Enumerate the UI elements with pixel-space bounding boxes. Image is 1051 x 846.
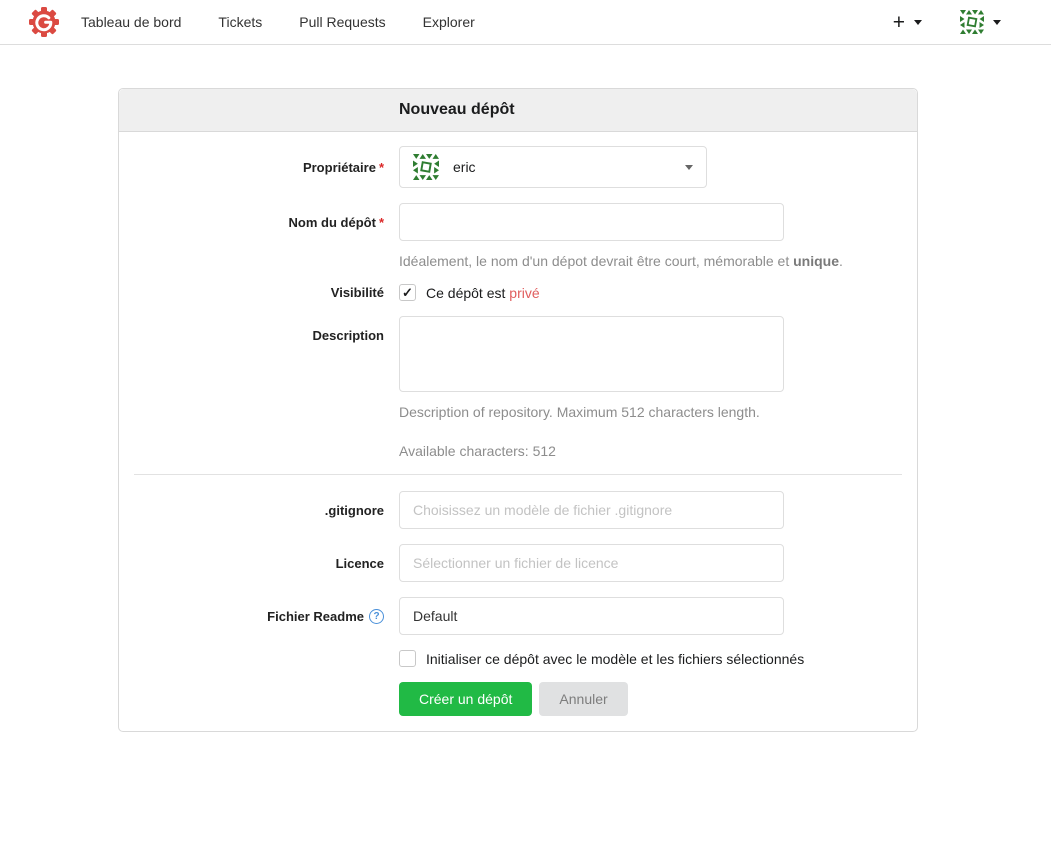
license-field-row: Licence [133, 544, 903, 582]
owner-select[interactable]: eric [399, 146, 707, 188]
repo-name-input[interactable] [399, 203, 784, 241]
required-asterisk: * [379, 215, 384, 230]
owner-avatar-identicon [413, 154, 439, 180]
plus-icon: + [893, 12, 905, 33]
create-repo-button[interactable]: Créer un dépôt [399, 682, 532, 716]
description-field-row: Description Description of repository. M… [133, 316, 903, 459]
owner-label: Propriétaire* [133, 160, 399, 175]
readme-field-row: Fichier Readme ? [133, 597, 903, 635]
license-label: Licence [133, 556, 399, 571]
cancel-button[interactable]: Annuler [539, 682, 627, 716]
visibility-label: Visibilité [133, 285, 399, 300]
private-checkbox-label: Ce dépôt est privé [426, 285, 540, 301]
private-checkbox[interactable]: ✓ Ce dépôt est privé [399, 284, 540, 301]
description-textarea[interactable] [399, 316, 784, 392]
help-circle-icon[interactable]: ? [369, 609, 384, 624]
init-checkbox-label: Initialiser ce dépôt avec le modèle et l… [426, 651, 804, 667]
description-label: Description [133, 316, 399, 459]
repo-name-help: Idéalement, le nom d'un dépot devrait êt… [399, 253, 899, 269]
chevron-down-icon [993, 20, 1001, 25]
description-help: Description of repository. Maximum 512 c… [399, 404, 899, 420]
new-repo-panel: Nouveau dépôt Propriétaire* eric [118, 88, 918, 732]
available-characters: Available characters: 512 [399, 443, 899, 459]
nav-item-issues[interactable]: Tickets [218, 0, 262, 45]
page-content: Nouveau dépôt Propriétaire* eric [0, 88, 1051, 732]
user-avatar-identicon [960, 10, 984, 34]
nav-item-pull-requests[interactable]: Pull Requests [299, 0, 385, 45]
form-title-text: Nouveau dépôt [399, 101, 515, 118]
new-repo-form: Propriétaire* eric Nom du dépôt* [119, 132, 917, 731]
nav-links: Tableau de bord Tickets Pull Requests Ex… [81, 0, 475, 45]
chevron-down-icon [685, 165, 693, 170]
checkmark-icon: ✓ [402, 286, 413, 299]
chevron-down-icon [914, 20, 922, 25]
repo-name-field-row: Nom du dépôt* Idéalement, le nom d'un dé… [133, 203, 903, 269]
gitignore-label: .gitignore [133, 503, 399, 518]
readme-input[interactable] [399, 597, 784, 635]
init-checkbox-row: Initialiser ce dépôt avec le modèle et l… [133, 650, 903, 667]
top-navbar: Tableau de bord Tickets Pull Requests Ex… [0, 0, 1051, 45]
private-word: privé [509, 285, 539, 301]
gitignore-field-row: .gitignore [133, 491, 903, 529]
repo-name-label: Nom du dépôt* [133, 203, 399, 269]
navbar-right: + [893, 10, 1001, 34]
gitignore-input[interactable] [399, 491, 784, 529]
readme-label: Fichier Readme ? [133, 609, 399, 624]
visibility-field-row: Visibilité ✓ Ce dépôt est privé [133, 284, 903, 301]
owner-field-row: Propriétaire* eric [133, 146, 903, 188]
section-divider [134, 474, 902, 475]
nav-item-dashboard[interactable]: Tableau de bord [81, 0, 181, 45]
form-actions: Créer un dépôt Annuler [399, 682, 903, 716]
checkbox-box-unchecked[interactable] [399, 650, 416, 667]
gitea-logo[interactable] [28, 6, 60, 38]
owner-name: eric [453, 159, 476, 175]
create-new-dropdown[interactable]: + [893, 12, 922, 33]
user-menu-dropdown[interactable] [960, 10, 1001, 34]
required-asterisk: * [379, 160, 384, 175]
form-title: Nouveau dépôt [119, 89, 917, 132]
license-input[interactable] [399, 544, 784, 582]
nav-item-explore[interactable]: Explorer [423, 0, 475, 45]
checkbox-box-checked[interactable]: ✓ [399, 284, 416, 301]
init-checkbox[interactable]: Initialiser ce dépôt avec le modèle et l… [399, 650, 804, 667]
